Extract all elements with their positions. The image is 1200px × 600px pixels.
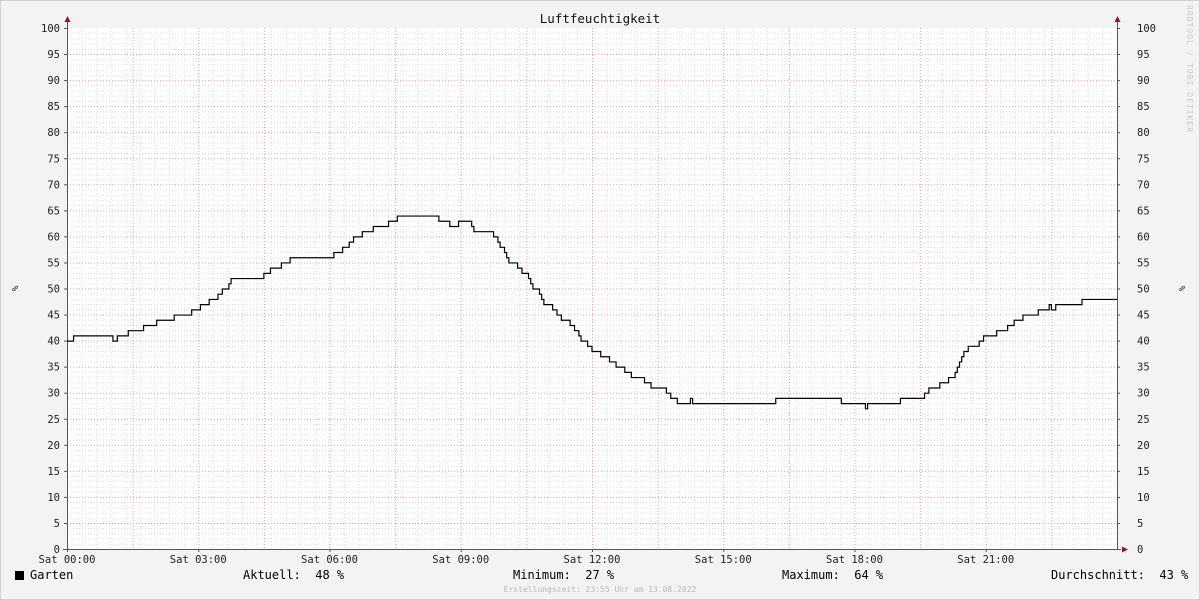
x-tick-label: Sat 12:00 xyxy=(564,554,621,566)
y-tick-label-right: 0 xyxy=(1137,544,1143,556)
max-value: 64 % xyxy=(854,568,884,582)
y-tick-label-left: 75 xyxy=(47,153,60,165)
y-tick-label-left: 85 xyxy=(47,101,60,113)
legend-maximum: Maximum: 64 % xyxy=(782,568,883,582)
x-tick-label: Sat 03:00 xyxy=(170,554,227,566)
y-tick-label-left: 55 xyxy=(47,257,60,269)
x-tick-label: Sat 09:00 xyxy=(432,554,489,566)
y-tick-label-right: 75 xyxy=(1137,153,1150,165)
y-tick-label-left: 25 xyxy=(47,414,60,426)
y-tick-label-right: 80 xyxy=(1137,127,1150,139)
y-tick-label-left: 35 xyxy=(47,362,60,374)
y-tick-label-left: 65 xyxy=(47,205,60,217)
y-tick-label-left: 60 xyxy=(47,231,60,243)
avg-value: 43 % xyxy=(1159,568,1189,582)
y-tick-label-right: 95 xyxy=(1137,49,1150,61)
y-tick-label-left: 45 xyxy=(47,310,60,322)
y-tick-label-right: 40 xyxy=(1137,336,1150,348)
y-tick-label-left: 95 xyxy=(47,49,60,61)
legend-current: Aktuell: 48 % xyxy=(243,568,344,582)
y-axis-label-left: % xyxy=(9,286,19,292)
y-tick-label-right: 70 xyxy=(1137,179,1150,191)
avg-label: Durchschnitt: xyxy=(1051,568,1145,582)
y-tick-label-left: 70 xyxy=(47,179,60,191)
max-label: Maximum: xyxy=(782,568,840,582)
y-tick-label-right: 60 xyxy=(1137,231,1150,243)
legend-swatch xyxy=(15,571,24,580)
y-tick-label-left: 10 xyxy=(47,492,60,504)
y-axis-arrow-right xyxy=(1114,16,1121,22)
y-tick-label-right: 90 xyxy=(1137,75,1150,87)
y-tick-label-right: 85 xyxy=(1137,101,1150,113)
y-tick-label-right: 25 xyxy=(1137,414,1150,426)
x-tick-label: Sat 06:00 xyxy=(301,554,358,566)
legend-minimum: Minimum: 27 % xyxy=(513,568,614,582)
min-value: 27 % xyxy=(585,568,615,582)
y-tick-label-left: 80 xyxy=(47,127,60,139)
rrdtool-watermark: RRDTOOL / TOBI OETIKER xyxy=(1185,5,1194,133)
y-axis-arrow-left xyxy=(64,16,71,22)
y-tick-label-left: 20 xyxy=(47,440,60,452)
y-tick-label-left: 100 xyxy=(41,23,60,35)
y-tick-label-right: 5 xyxy=(1137,518,1143,530)
y-tick-label-left: 40 xyxy=(47,336,60,348)
min-label: Minimum: xyxy=(513,568,571,582)
creation-time: Erstellungszeit: 23:55 Uhr am 13.08.2022 xyxy=(503,585,697,594)
y-tick-label-left: 5 xyxy=(54,518,60,530)
y-tick-label-left: 30 xyxy=(47,388,60,400)
y-tick-label-left: 15 xyxy=(47,466,60,478)
legend-average: Durchschnitt: 43 % xyxy=(1051,568,1188,582)
chart-title: Luftfeuchtigkeit xyxy=(540,11,660,26)
current-value: 48 % xyxy=(315,568,345,582)
x-axis-arrow xyxy=(1122,546,1128,553)
legend-series: Garten xyxy=(15,568,73,582)
y-tick-label-right: 30 xyxy=(1137,388,1150,400)
x-tick-label: Sat 21:00 xyxy=(957,554,1014,566)
legend-series-name: Garten xyxy=(30,568,74,582)
y-tick-label-left: 50 xyxy=(47,284,60,296)
x-tick-label: Sat 00:00 xyxy=(39,554,96,566)
y-tick-label-right: 10 xyxy=(1137,492,1150,504)
y-tick-label-right: 45 xyxy=(1137,310,1150,322)
x-tick-label: Sat 18:00 xyxy=(826,554,883,566)
y-tick-label-right: 20 xyxy=(1137,440,1150,452)
current-label: Aktuell: xyxy=(243,568,301,582)
y-tick-label-right: 100 xyxy=(1137,23,1156,35)
y-tick-label-right: 55 xyxy=(1137,257,1150,269)
y-tick-label-left: 90 xyxy=(47,75,60,87)
y-tick-label-right: 35 xyxy=(1137,362,1150,374)
y-tick-label-right: 65 xyxy=(1137,205,1150,217)
y-axis-label-right: % xyxy=(1176,286,1186,292)
y-tick-label-right: 50 xyxy=(1137,284,1150,296)
y-tick-label-right: 15 xyxy=(1137,466,1150,478)
x-tick-label: Sat 15:00 xyxy=(695,554,752,566)
humidity-chart: 0 05 510 1015 1520 2025 2530 3035 3540 4045 4550 50… xyxy=(9,11,1186,566)
